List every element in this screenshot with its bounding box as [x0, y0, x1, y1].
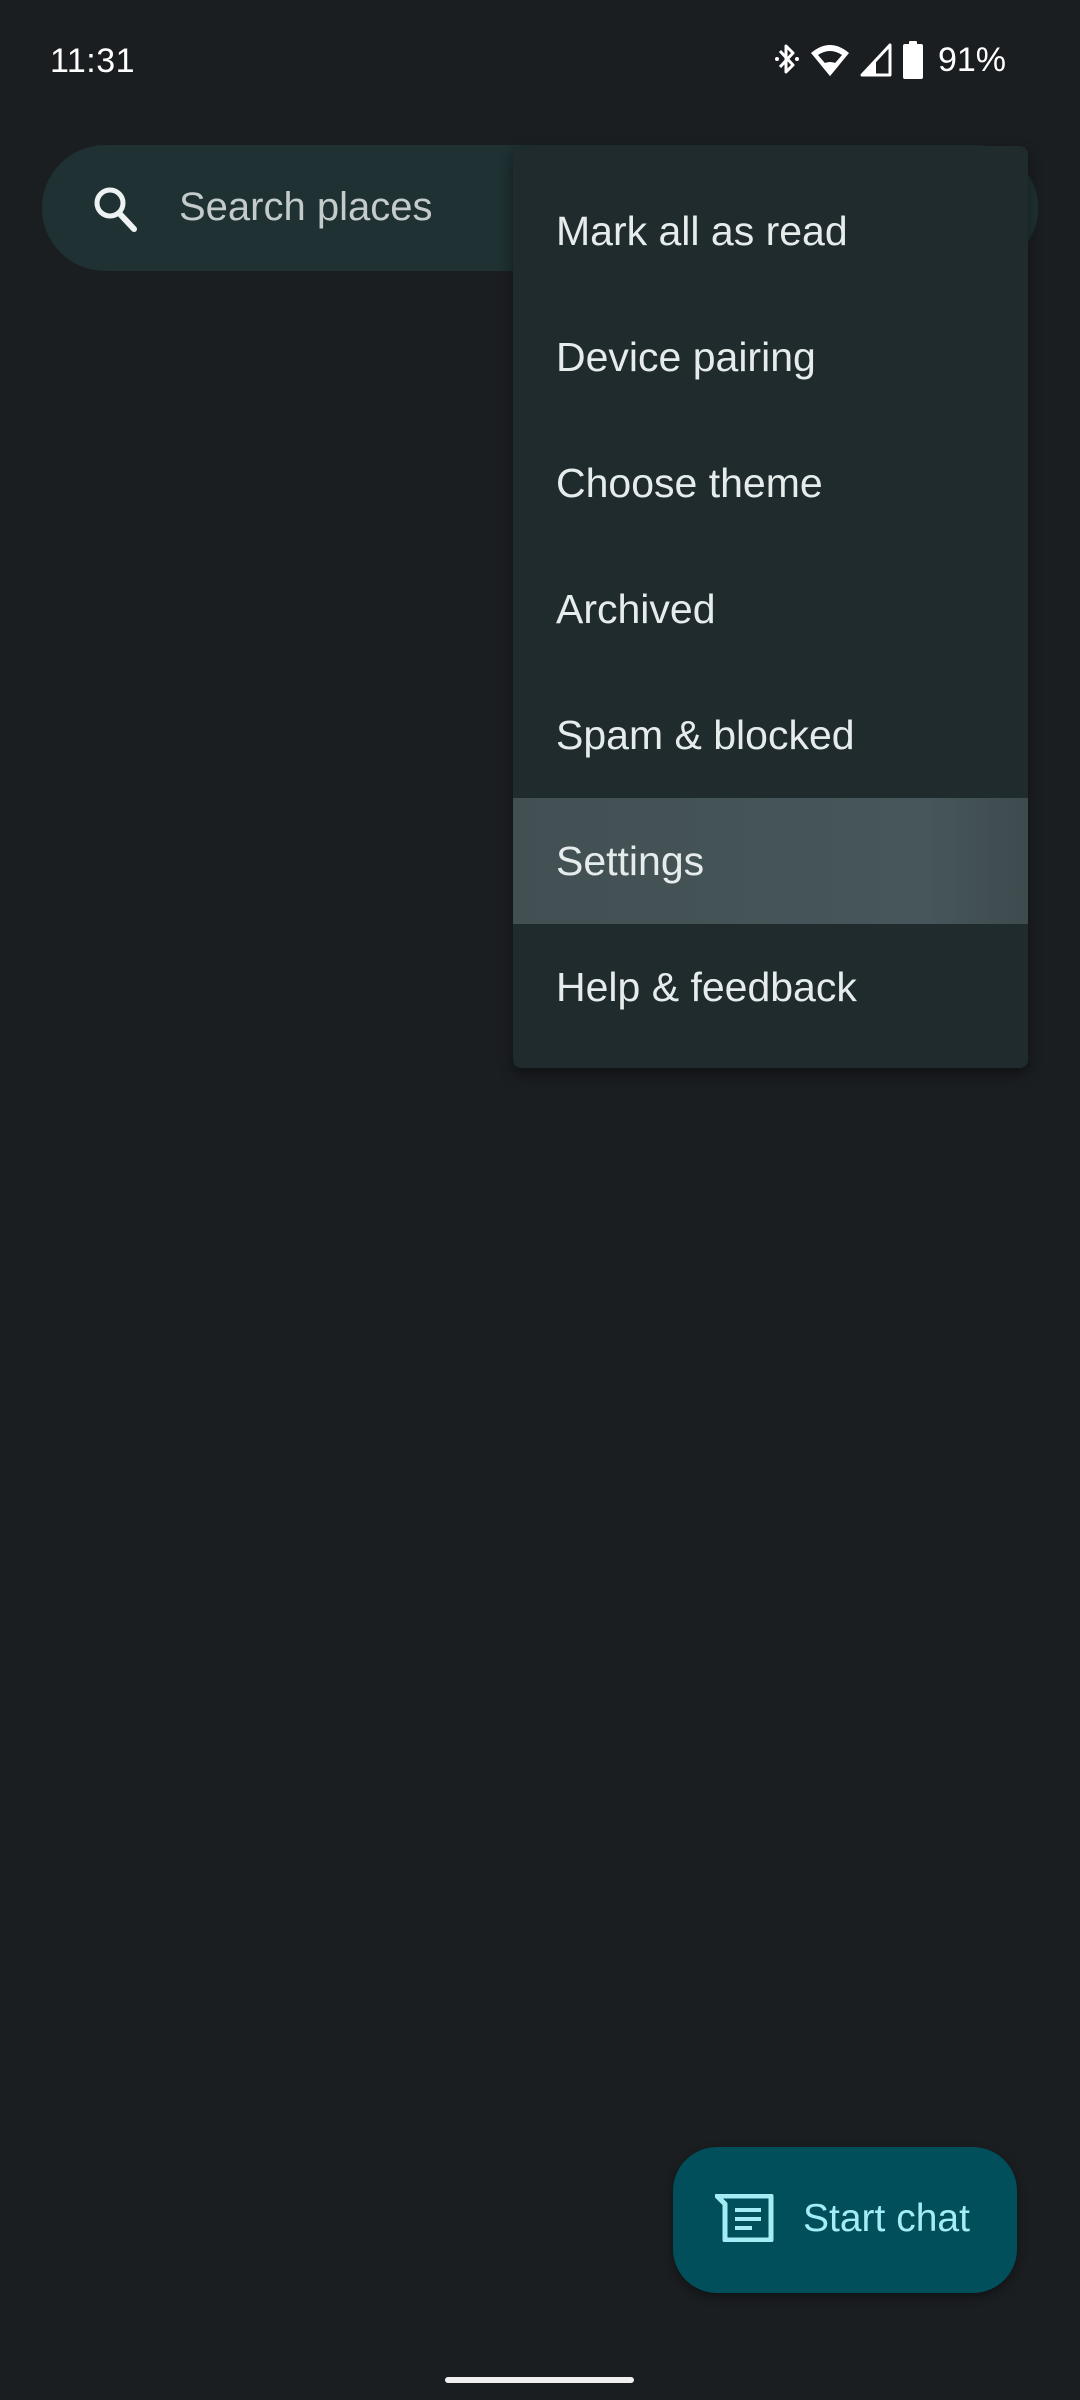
- search-icon[interactable]: [90, 183, 142, 235]
- bluetooth-icon: [774, 41, 800, 79]
- overflow-menu: Mark all as read Device pairing Choose t…: [513, 146, 1028, 1068]
- battery-icon: [902, 41, 924, 79]
- menu-item-help-feedback[interactable]: Help & feedback: [513, 924, 1028, 1050]
- menu-item-mark-all-as-read[interactable]: Mark all as read: [513, 168, 1028, 294]
- navigation-handle[interactable]: [445, 2377, 634, 2383]
- battery-percent: 91%: [937, 40, 1006, 79]
- menu-item-choose-theme[interactable]: Choose theme: [513, 420, 1028, 546]
- status-bar: 11:31 91%: [0, 0, 1080, 125]
- chat-icon: [714, 2193, 775, 2243]
- menu-item-spam-blocked[interactable]: Spam & blocked: [513, 672, 1028, 798]
- wifi-icon: [810, 43, 850, 77]
- menu-item-settings[interactable]: Settings: [513, 798, 1028, 924]
- cell-signal-icon: [860, 43, 892, 77]
- status-icons: 91%: [774, 40, 1006, 80]
- start-chat-button[interactable]: Start chat: [673, 2147, 1017, 2293]
- search-input[interactable]: Search places: [179, 185, 432, 230]
- menu-item-archived[interactable]: Archived: [513, 546, 1028, 672]
- start-chat-label: Start chat: [803, 2197, 970, 2240]
- status-time: 11:31: [50, 42, 136, 80]
- menu-item-device-pairing[interactable]: Device pairing: [513, 294, 1028, 420]
